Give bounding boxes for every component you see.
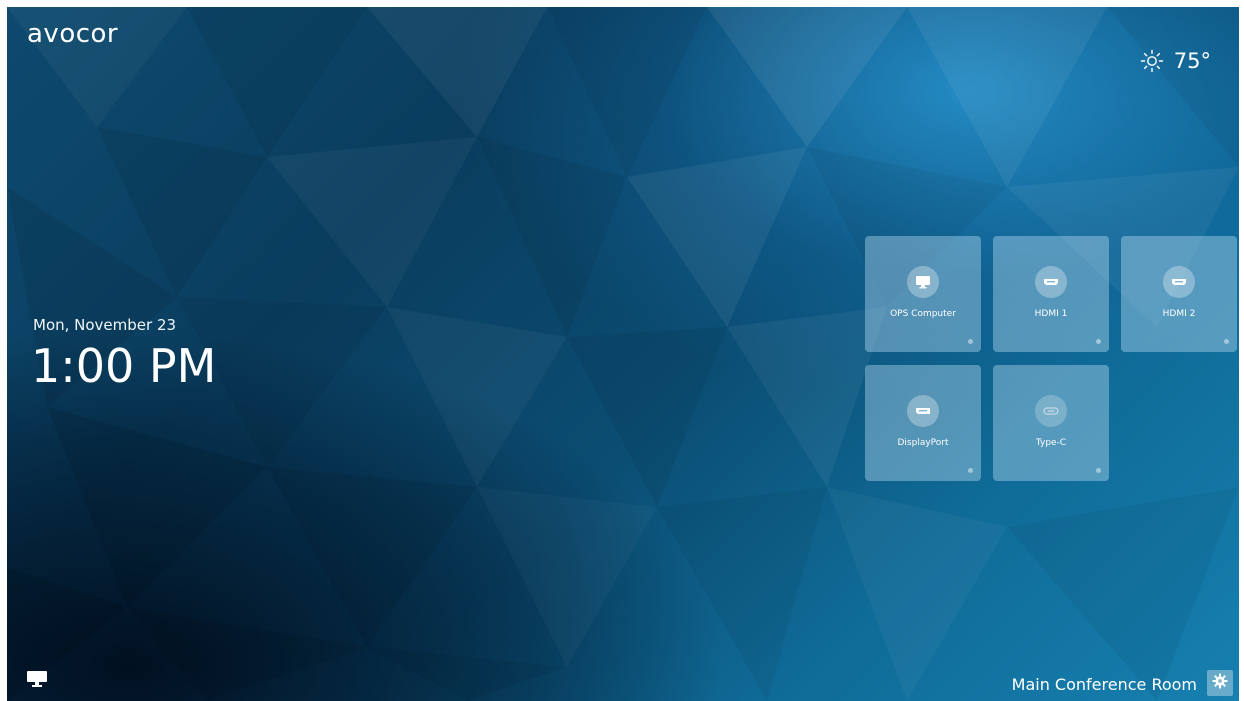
usb-c-icon [1035,395,1067,427]
source-label: OPS Computer [890,309,956,319]
current-time: 1:00 PM [31,339,217,393]
source-label: HDMI 2 [1162,309,1196,319]
source-tile-ops-computer[interactable]: OPS Computer [865,236,981,352]
source-tile-hdmi-2[interactable]: HDMI 2 [1121,236,1237,352]
status-dot [1096,339,1101,344]
home-screen: avocor 75° Mon, November 23 1:00 PM OPS … [7,7,1239,701]
monitor-icon [907,266,939,298]
weather-widget: 75° [1140,49,1211,73]
source-label: DisplayPort [897,438,949,448]
source-tile-displayport[interactable]: DisplayPort [865,365,981,481]
gear-icon [1212,673,1228,693]
source-label: Type-C [1035,438,1067,448]
hdmi-port-icon [1035,266,1067,298]
source-tile-type-c[interactable]: Type-C [993,365,1109,481]
status-dot [968,468,973,473]
temperature-value: 75° [1173,49,1211,73]
room-name: Main Conference Room [1011,675,1197,694]
screen-share-icon[interactable] [26,670,48,692]
status-dot [968,339,973,344]
settings-button[interactable] [1207,670,1233,696]
status-dot [1096,468,1101,473]
current-date: Mon, November 23 [33,316,177,334]
status-dot [1224,339,1229,344]
hdmi-port-icon [1163,266,1195,298]
sun-icon [1140,49,1164,73]
avocor-logo: avocor [27,19,119,49]
source-label: HDMI 1 [1034,309,1068,319]
source-tile-hdmi-1[interactable]: HDMI 1 [993,236,1109,352]
displayport-icon [907,395,939,427]
